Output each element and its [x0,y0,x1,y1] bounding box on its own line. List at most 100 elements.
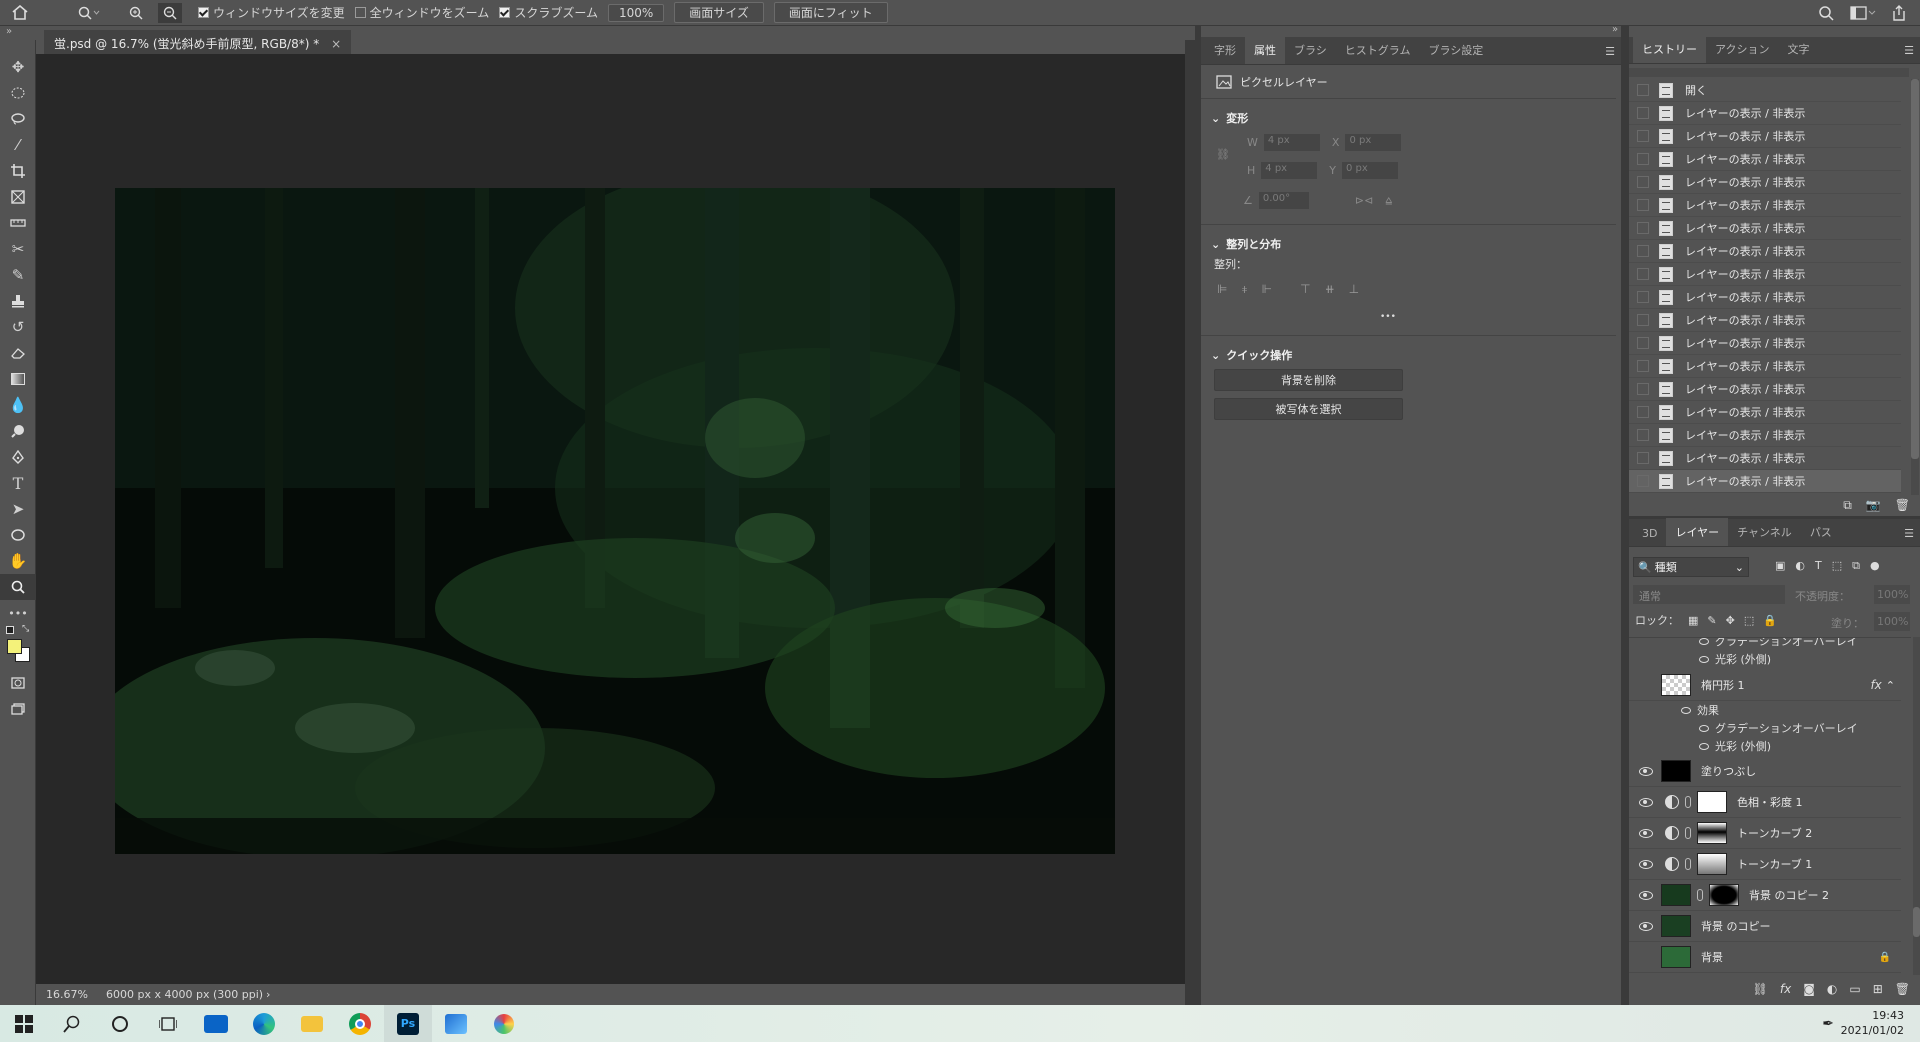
paint-app-icon[interactable] [480,1005,528,1042]
chevron-up-icon[interactable]: ⌃ [1886,679,1895,692]
zoom-out-icon[interactable] [158,2,182,23]
layer-row[interactable]: 背景 🔒 [1629,942,1901,973]
eye-icon[interactable] [1639,890,1653,900]
add-style-icon[interactable]: fx [1780,982,1791,996]
zoom-in-icon[interactable] [124,3,148,23]
panel-menu-icon[interactable]: ☰ [1605,45,1615,58]
angle-field[interactable]: 0.00° [1258,192,1309,209]
fill-screen-button[interactable]: 画面にフィット [773,2,888,23]
x-field[interactable]: 0 px [1345,134,1402,151]
home-icon[interactable] [6,3,34,23]
swap-colors-icon[interactable]: ⤡ [22,624,29,634]
layer-row[interactable]: 塗りつぶし [1629,756,1901,787]
forest-photo-canvas[interactable] [115,188,1115,854]
filter-toggle-icon[interactable]: ● [1870,559,1880,573]
path-selection-icon[interactable]: ➤ [0,496,36,522]
magnifier-icon[interactable] [64,3,114,23]
effects-group[interactable]: 効果 [1681,701,1719,719]
layer-row[interactable]: トーンカーブ 2 [1629,818,1901,849]
tab-brushes[interactable]: ブラシ [1285,42,1336,64]
lasso-tool-icon[interactable] [0,106,36,132]
eye-icon[interactable] [1639,828,1653,838]
link-icon[interactable] [1685,796,1691,808]
height-field[interactable]: 4 px [1261,162,1318,179]
lock-artboard-icon[interactable]: ⬚ [1744,614,1754,627]
more-options-icon[interactable]: ••• [1380,312,1396,322]
flip-vertical-icon[interactable]: ⩠ [1385,194,1392,208]
stamp-tool-icon[interactable] [0,288,36,314]
history-snapshot[interactable] [1629,68,1909,77]
new-document-from-state-icon[interactable]: ⧉ [1843,498,1852,513]
flip-horizontal-icon[interactable]: ⊳⊲ [1355,194,1373,207]
align-top-icon[interactable]: ⊤ [1300,282,1310,297]
tab-paths[interactable]: パス [1801,524,1841,546]
photoshop-app-icon[interactable]: Ps [384,1005,432,1042]
edge-browser-icon[interactable] [240,1005,288,1042]
effect-item[interactable]: グラデーションオーバーレイ [1699,719,1858,737]
fx-icon[interactable]: fx [1870,678,1881,692]
lock-image-icon[interactable]: ✎ [1707,614,1716,627]
windows-start-icon[interactable] [0,1005,48,1042]
pen-tool-icon[interactable] [0,444,36,470]
history-item[interactable]: レイヤーの表示 / 非表示 [1629,332,1901,355]
marquee-tool-icon[interactable] [0,80,36,106]
history-item[interactable]: 開く [1629,79,1901,102]
eye-icon[interactable] [1699,638,1709,645]
color-swatches[interactable]: ⤡ [0,624,35,670]
foreground-color-swatch[interactable] [7,639,22,654]
history-item[interactable]: レイヤーの表示 / 非表示 [1629,447,1901,470]
layers-scrollbar[interactable] [1913,637,1920,975]
status-arrow-icon[interactable]: › [266,988,270,1001]
gradient-tool-icon[interactable] [0,366,36,392]
ruler-tool-icon[interactable] [0,210,36,236]
chrome-browser-icon[interactable] [336,1005,384,1042]
layer-row[interactable]: 色相・彩度 1 [1629,787,1901,818]
filter-shape-icon[interactable]: ⬚ [1832,559,1842,573]
search-icon[interactable] [1818,5,1834,21]
history-item[interactable]: レイヤーの表示 / 非表示 [1629,309,1901,332]
zoom-value-field[interactable]: 100% [607,3,665,22]
new-adjustment-icon[interactable]: ◐ [1827,982,1837,996]
tab-histogram[interactable]: ヒストグラム [1336,42,1420,64]
quick-mask-icon[interactable] [0,670,36,696]
search-icon[interactable] [48,1005,96,1042]
healing-brush-icon[interactable]: ✂ [0,236,36,262]
expand-panels-icon[interactable]: » [1612,24,1618,35]
history-item[interactable]: レイヤーの表示 / 非表示 [1629,378,1901,401]
layer-filter-select[interactable]: 🔍 種類 ⌄ [1633,557,1749,577]
tab-layers[interactable]: レイヤー [1666,518,1729,546]
eye-icon[interactable] [1639,921,1653,931]
y-field[interactable]: 0 px [1342,162,1399,179]
photos-app-icon[interactable] [432,1005,480,1042]
workspace-icon[interactable] [1850,5,1876,20]
canvas-scrollbar[interactable] [1185,40,1195,1005]
align-section-header[interactable]: ⌄ 整列と分布 [1211,236,1281,252]
history-item[interactable]: レイヤーの表示 / 非表示 [1629,194,1901,217]
tab-properties[interactable]: 属性 [1245,36,1285,64]
filter-type-icon[interactable]: T [1815,559,1822,573]
link-icon[interactable]: ⛓ [1216,148,1230,161]
hand-tool-icon[interactable]: ✋ [0,548,36,574]
tab-channels[interactable]: チャンネル [1728,524,1801,546]
new-group-icon[interactable]: ▭ [1849,982,1860,996]
pen-menu-icon[interactable]: ✒ [1822,1016,1834,1032]
opacity-field[interactable]: 100% [1874,585,1910,604]
link-icon[interactable] [1685,827,1691,839]
eraser-tool-icon[interactable] [0,340,36,366]
history-item[interactable]: レイヤーの表示 / 非表示 [1629,286,1901,309]
filter-pixel-icon[interactable]: ▣ [1775,559,1785,573]
history-item[interactable]: レイヤーの表示 / 非表示 [1629,424,1901,447]
magic-wand-icon[interactable]: ⁄ [0,132,36,158]
layer-row[interactable]: トーンカーブ 1 [1629,849,1901,880]
effect-item[interactable]: 光彩 (外側) [1699,737,1771,755]
effect-item[interactable]: グラデーションオーバーレイ [1699,638,1858,650]
eye-icon[interactable] [1681,706,1691,714]
layers-menu-icon[interactable]: ☰ [1904,527,1914,540]
width-field[interactable]: 4 px [1263,134,1320,151]
history-brush-icon[interactable]: ↺ [0,314,36,340]
history-scrollbar[interactable] [1911,79,1919,495]
eye-icon[interactable] [1639,859,1653,869]
screen-mode-icon[interactable] [0,696,36,722]
align-center-h-icon[interactable]: ⧧ [1241,282,1247,297]
more-tools-icon[interactable]: ••• [0,600,36,626]
